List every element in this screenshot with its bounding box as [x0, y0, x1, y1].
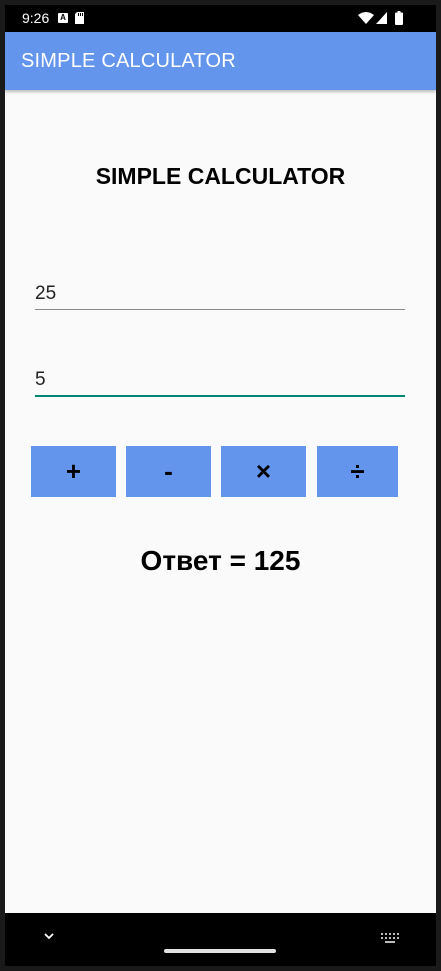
page-heading: SIMPLE CALCULATOR [95, 163, 346, 189]
app-bar: SIMPLE CALCULATOR [5, 32, 436, 90]
battery-icon [395, 11, 403, 25]
back-chevron-icon[interactable] [43, 932, 55, 942]
keyboard-icon[interactable] [381, 933, 399, 943]
multiply-button[interactable]: × [221, 446, 306, 497]
status-time: 9:26 [22, 10, 50, 26]
a-notification-icon: A [58, 13, 68, 23]
app-screen: 9:26 A SIMPLE CALCULATOR SIMPLE CALCULAT… [5, 5, 436, 966]
device-frame: 9:26 A SIMPLE CALCULATOR SIMPLE CALCULAT… [0, 0, 441, 971]
first-number-input[interactable] [35, 279, 405, 310]
add-button[interactable]: + [31, 446, 116, 497]
subtract-button[interactable]: - [126, 446, 211, 497]
navigation-bar [5, 913, 436, 966]
second-number-input[interactable] [35, 365, 405, 397]
signal-icon [376, 12, 387, 24]
wifi-icon [358, 12, 374, 24]
sd-card-icon [75, 12, 84, 24]
divide-button[interactable]: ÷ [317, 446, 398, 497]
answer-text: Ответ = 125 [140, 545, 301, 576]
app-bar-title: SIMPLE CALCULATOR [21, 50, 236, 72]
home-pill[interactable] [164, 949, 276, 953]
status-bar: 9:26 A [5, 5, 436, 32]
